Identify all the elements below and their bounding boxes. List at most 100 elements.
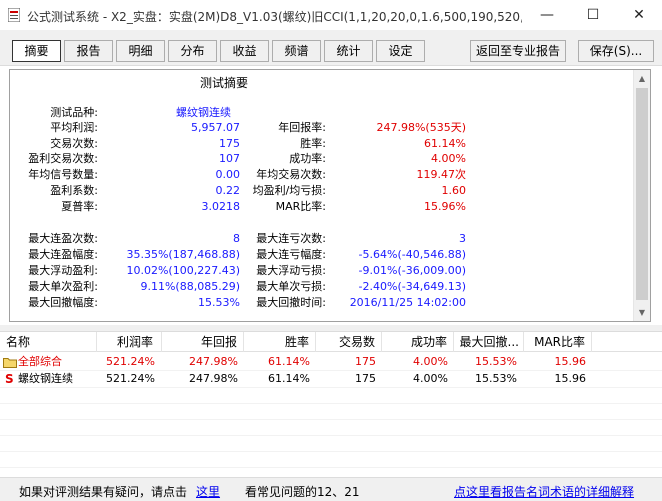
summary-value: 0.22 — [215, 184, 241, 197]
summary-row: 年均信号数量: 0.00 年均交易次数: 119.47次 — [10, 167, 630, 183]
scroll-thumb[interactable] — [636, 88, 648, 300]
column-header-name[interactable]: 名称 — [0, 332, 97, 352]
summary-value: 3.0218 — [201, 200, 241, 213]
column-header-profit-rate[interactable]: 利润率 — [97, 332, 162, 352]
summary-value: 3 — [459, 232, 466, 245]
column-header-win-rate[interactable]: 胜率 — [244, 332, 316, 352]
folder-icon — [3, 358, 17, 368]
cell-mar-ratio: 15.96 — [554, 355, 587, 368]
row-divider — [0, 451, 662, 452]
summary-row: 最大连盈次数: 8 最大连亏次数: 3 — [10, 231, 630, 247]
summary-value: 螺纹钢连续 — [176, 106, 231, 119]
summary-value: 247.98%(535天) — [376, 121, 466, 134]
back-to-report-button[interactable]: 返回至专业报告 — [470, 40, 566, 62]
cell-win-rate: 61.14% — [268, 372, 310, 385]
row-divider — [0, 467, 662, 468]
summary-value: 2016/11/25 14:02:00 — [349, 296, 466, 309]
summary-label: 成功率: — [289, 152, 326, 165]
summary-row: 测试品种: 螺纹钢连续 — [10, 105, 630, 121]
summary-value: 8 — [233, 232, 240, 245]
row-divider — [0, 387, 662, 388]
summary-value: 175 — [219, 137, 240, 150]
summary-label: 盈利交易次数: — [28, 152, 98, 165]
summary-scrollbar[interactable]: ▲ ▼ — [633, 70, 650, 321]
tab-returns[interactable]: 收益 — [220, 40, 269, 62]
scroll-down-icon[interactable]: ▼ — [634, 304, 650, 321]
summary-label: 最大回撤幅度: — [28, 296, 98, 309]
cell-name: 全部综合 — [18, 355, 62, 368]
summary-label: 最大连亏次数: — [256, 232, 326, 245]
here-link[interactable]: 这里 — [196, 483, 220, 500]
table-header: 名称 利润率 年回报 胜率 交易数 成功率 最大回撤... MAR比率 — [0, 332, 662, 352]
summary-row: 夏普率: 3.0218 MAR比率: 15.96% — [10, 199, 630, 215]
cell-trade-count: 175 — [355, 372, 376, 385]
summary-value: 0.00 — [215, 168, 241, 181]
summary-value: 119.47次 — [416, 168, 467, 181]
summary-label: 最大连盈次数: — [28, 232, 98, 245]
summary-label: 最大连盈幅度: — [28, 248, 98, 261]
summary-row: 最大连盈幅度: 35.35%(187,468.88) 最大连亏幅度: -5.64… — [10, 247, 630, 263]
window-title: 公式测试系统 - X2_实盘：实盘(2M)D8_V1.03(螺纹)旧CCI(1,… — [27, 10, 522, 24]
summary-value: 15.96% — [424, 200, 466, 213]
tab-report[interactable]: 报告 — [64, 40, 113, 62]
column-header-max-drawdown[interactable]: 最大回撤... — [454, 332, 524, 352]
tab-summary[interactable]: 摘要 — [12, 40, 61, 62]
table-row[interactable]: 全部综合 521.24% 247.98% 61.14% 175 4.00% 15… — [0, 354, 662, 370]
app-icon — [8, 8, 20, 22]
summary-value: 4.00% — [431, 152, 466, 165]
column-header-success-rate[interactable]: 成功率 — [382, 332, 454, 352]
close-button[interactable]: ✕ — [616, 0, 662, 31]
table-row[interactable]: S 螺纹钢连续 521.24% 247.98% 61.14% 175 4.00%… — [0, 371, 662, 387]
maximize-button[interactable]: ☐ — [570, 0, 616, 31]
cell-max-drawdown: 15.53% — [475, 355, 517, 368]
summary-row: 交易次数: 175 胜率: 61.14% — [10, 136, 630, 152]
column-header-mar-ratio[interactable]: MAR比率 — [524, 332, 592, 352]
cell-profit-rate: 521.24% — [106, 355, 155, 368]
summary-value: 61.14% — [424, 137, 466, 150]
column-header-trade-count[interactable]: 交易数 — [316, 332, 382, 352]
summary-value: 15.53% — [198, 296, 240, 309]
cell-win-rate: 61.14% — [268, 355, 310, 368]
summary-value: 107 — [219, 152, 240, 165]
summary-label: 年均信号数量: — [28, 168, 98, 181]
summary-label: 夏普率: — [61, 200, 98, 213]
tab-settings[interactable]: 设定 — [376, 40, 425, 62]
summary-value: 5,957.07 — [191, 121, 240, 134]
tab-distribution[interactable]: 分布 — [168, 40, 217, 62]
question-text: 如果对评测结果有疑问，请点击 — [19, 485, 188, 499]
faq-text: 看常见问题的12、21 — [245, 485, 360, 499]
summary-row: 盈利系数: 0.22 均盈利/均亏损: 1.60 — [10, 183, 630, 199]
summary-label: 最大单次盈利: — [28, 280, 98, 293]
save-button[interactable]: 保存(S)... — [578, 40, 654, 62]
summary-row: 盈利交易次数: 107 成功率: 4.00% — [10, 151, 630, 167]
summary-label: 最大连亏幅度: — [256, 248, 326, 261]
summary-label: 年回报率: — [278, 121, 326, 134]
cell-annual-return: 247.98% — [189, 355, 238, 368]
s-icon: S — [5, 372, 14, 386]
summary-row: 平均利润: 5,957.07 年回报率: 247.98%(535天) — [10, 120, 630, 136]
results-table: 名称 利润率 年回报 胜率 交易数 成功率 最大回撤... MAR比率 全部综合… — [0, 331, 662, 477]
glossary-link[interactable]: 点这里看报告名词术语的详细解释 — [454, 483, 634, 500]
scroll-up-icon[interactable]: ▲ — [634, 70, 650, 87]
summary-row: 最大浮动盈利: 10.02%(100,227.43) 最大浮动亏损: -9.01… — [10, 263, 630, 279]
summary-label: MAR比率: — [275, 200, 326, 213]
tab-spectrum[interactable]: 频谱 — [272, 40, 321, 62]
column-header-annual-return[interactable]: 年回报 — [162, 332, 244, 352]
tab-details[interactable]: 明细 — [116, 40, 165, 62]
toolbar: 摘要 报告 明细 分布 收益 频谱 统计 设定 返回至专业报告 保存(S)... — [0, 31, 662, 66]
summary-label: 盈利系数: — [50, 184, 98, 197]
cell-mar-ratio: 15.96 — [554, 372, 587, 385]
summary-panel: 测试摘要 测试品种: 螺纹钢连续 平均利润: 5,957.07 年回报率: 24… — [9, 69, 651, 322]
summary-row: 最大单次盈利: 9.11%(88,085.29) 最大单次亏损: -2.40%(… — [10, 279, 630, 295]
minimize-button[interactable]: — — [524, 0, 570, 31]
row-divider — [0, 403, 662, 404]
tab-statistics[interactable]: 统计 — [324, 40, 373, 62]
cell-trade-count: 175 — [355, 355, 376, 368]
summary-value: -5.64%(-40,546.88) — [358, 248, 466, 261]
summary-label: 测试品种: — [50, 106, 98, 119]
summary-title: 测试摘要 — [200, 76, 249, 90]
cell-max-drawdown: 15.53% — [475, 372, 517, 385]
summary-label: 最大单次亏损: — [256, 280, 326, 293]
summary-label: 胜率: — [300, 137, 326, 150]
status-bar: 如果对评测结果有疑问，请点击 这里 看常见问题的12、21 点这里看报告名词术语… — [0, 477, 662, 501]
